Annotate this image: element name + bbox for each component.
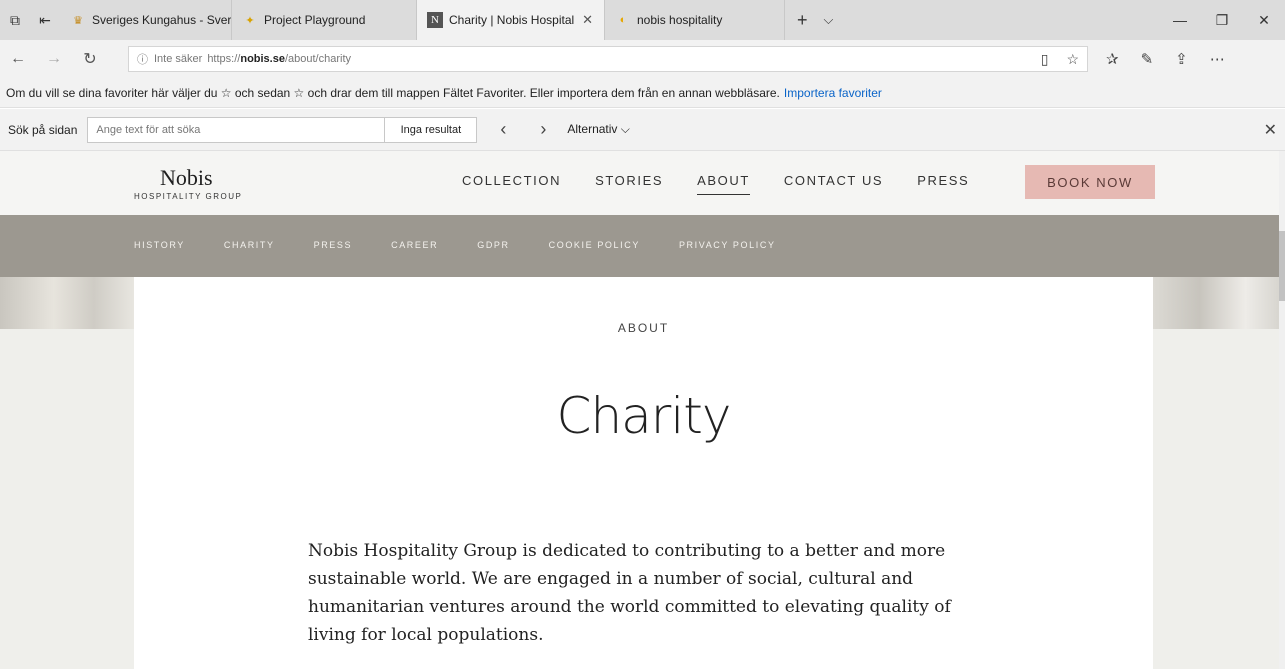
page-scrollbar[interactable] — [1279, 151, 1285, 669]
nav-stories[interactable]: STORIES — [595, 173, 663, 195]
address-field[interactable]: ⓘ Inte säker https:// nobis.se /about/ch… — [128, 46, 1088, 72]
subnav-privacy-policy[interactable]: PRIVACY POLICY — [679, 240, 776, 250]
web-page: Nobis HOSPITALITY GROUP COLLECTION STORI… — [0, 151, 1285, 669]
window-controls: — ❐ ✕ — [1159, 0, 1285, 40]
favorites-hub-icon[interactable]: ✰ — [1106, 50, 1119, 68]
set-aside-tabs-icon[interactable]: ⇤ — [30, 0, 60, 40]
url-path: /about/charity — [284, 53, 352, 65]
favorite-star-icon[interactable]: ☆ — [1066, 51, 1079, 68]
find-label: Sök på sidan — [8, 122, 78, 137]
star-icon: ✦ — [245, 14, 255, 27]
book-now-button[interactable]: BOOK NOW — [1025, 165, 1155, 199]
refresh-icon[interactable]: ↻ — [72, 49, 108, 69]
find-placeholder: Ange text för att söka — [96, 123, 201, 136]
more-icon[interactable]: ⋯ — [1210, 50, 1225, 68]
find-input[interactable]: Ange text för att söka — [87, 116, 386, 143]
site-logo[interactable]: Nobis HOSPITALITY GROUP — [134, 165, 242, 201]
logo-subtitle: HOSPITALITY GROUP — [134, 192, 243, 201]
nav-about[interactable]: ABOUT — [697, 173, 750, 195]
tab-label: nobis hospitality — [637, 13, 723, 27]
subnav-press[interactable]: PRESS — [314, 240, 353, 250]
tab-nobis-hospitality[interactable]: ◐ nobis hospitality — [605, 0, 785, 40]
tab-label: Sveriges Kungahus - Sverige — [92, 13, 232, 27]
close-tab-icon[interactable]: ✕ — [582, 12, 593, 28]
share-icon[interactable]: ⇪ — [1175, 50, 1188, 68]
find-options-label: Alternativ — [567, 122, 618, 136]
find-bar: Sök på sidan Ange text för att söka Inga… — [0, 109, 1285, 151]
tab-charity[interactable]: N Charity | Nobis Hospital ✕ — [417, 0, 605, 40]
tab-project-playground[interactable]: ✦ Project Playground — [232, 0, 417, 40]
nav-press[interactable]: PRESS — [917, 173, 969, 195]
subnav-charity[interactable]: CHARITY — [224, 240, 275, 250]
n-logo-icon: N — [427, 12, 443, 28]
favorites-hint: Om du vill se dina favoriter här väljer … — [6, 85, 780, 100]
favorites-bar: Om du vill se dina favoriter här väljer … — [0, 78, 1285, 108]
intro-paragraph: Nobis Hospitality Group is dedicated to … — [308, 541, 951, 645]
chevron-down-icon[interactable]: ⌵ — [824, 12, 834, 28]
pen-icon[interactable]: ✎ — [1141, 50, 1154, 68]
section-eyebrow: ABOUT — [617, 321, 670, 335]
tab-manager-icon[interactable]: ⧉ — [0, 0, 30, 40]
subnav-gdpr[interactable]: GDPR — [477, 240, 509, 250]
close-find-icon[interactable]: ✕ — [1264, 120, 1277, 140]
tab-label: Project Playground — [264, 13, 366, 27]
content-card: ABOUT Charity Nobis Hospitality Group is… — [134, 277, 1153, 669]
find-options-button[interactable]: Alternativ ⌵ — [567, 122, 629, 137]
site-header: Nobis HOSPITALITY GROUP COLLECTION STORI… — [0, 151, 1285, 215]
import-favorites-link[interactable]: Importera favoriter — [784, 86, 882, 100]
forward-icon[interactable]: → — [36, 50, 72, 68]
chevron-down-icon: ⌵ — [620, 122, 630, 136]
hero-image-left — [0, 277, 134, 329]
logo-name: Nobis — [160, 165, 213, 190]
restore-icon[interactable]: ❐ — [1201, 0, 1243, 40]
crown-icon: ♛ — [73, 14, 83, 27]
url-host: nobis.se — [240, 53, 285, 65]
tab-label: Charity | Nobis Hospital — [449, 13, 575, 27]
info-icon[interactable]: ⓘ — [137, 51, 148, 67]
bing-icon: ◐ — [619, 14, 627, 26]
find-previous-icon[interactable]: ‹ — [483, 119, 523, 140]
subnav-history[interactable]: HISTORY — [134, 240, 185, 250]
url-scheme: https:// — [207, 53, 241, 65]
main-nav: COLLECTION STORIES ABOUT CONTACT US PRES… — [462, 173, 1003, 195]
hero-image-right — [1153, 277, 1285, 329]
scrollbar-thumb[interactable] — [1279, 231, 1285, 301]
subnav-cookie-policy[interactable]: COOKIE POLICY — [549, 240, 640, 250]
close-window-icon[interactable]: ✕ — [1243, 0, 1285, 40]
new-tab-icon[interactable]: + — [797, 10, 808, 31]
tab-sveriges-kungahus[interactable]: ♛ Sveriges Kungahus - Sverige — [60, 0, 232, 40]
find-result: Inga resultat — [385, 116, 478, 143]
new-tab-area: + ⌵ — [785, 0, 845, 40]
sub-nav: HISTORY CHARITY PRESS CAREER GDPR COOKIE… — [0, 215, 1285, 277]
tab-bar: ⧉ ⇤ ♛ Sveriges Kungahus - Sverige ✦ Proj… — [0, 0, 1285, 40]
reading-view-icon[interactable]: ▯ — [1041, 51, 1049, 68]
page-title: Charity — [556, 387, 732, 445]
minimize-icon[interactable]: — — [1159, 0, 1201, 40]
url-security-label: Inte säker — [154, 53, 203, 65]
back-icon[interactable]: ← — [0, 50, 36, 68]
nav-contact-us[interactable]: CONTACT US — [784, 173, 883, 195]
nav-collection[interactable]: COLLECTION — [462, 173, 561, 195]
address-bar-row: ← → ↻ ⓘ Inte säker https:// nobis.se /ab… — [0, 40, 1285, 78]
find-next-icon[interactable]: › — [523, 119, 563, 140]
subnav-career[interactable]: CAREER — [391, 240, 438, 250]
